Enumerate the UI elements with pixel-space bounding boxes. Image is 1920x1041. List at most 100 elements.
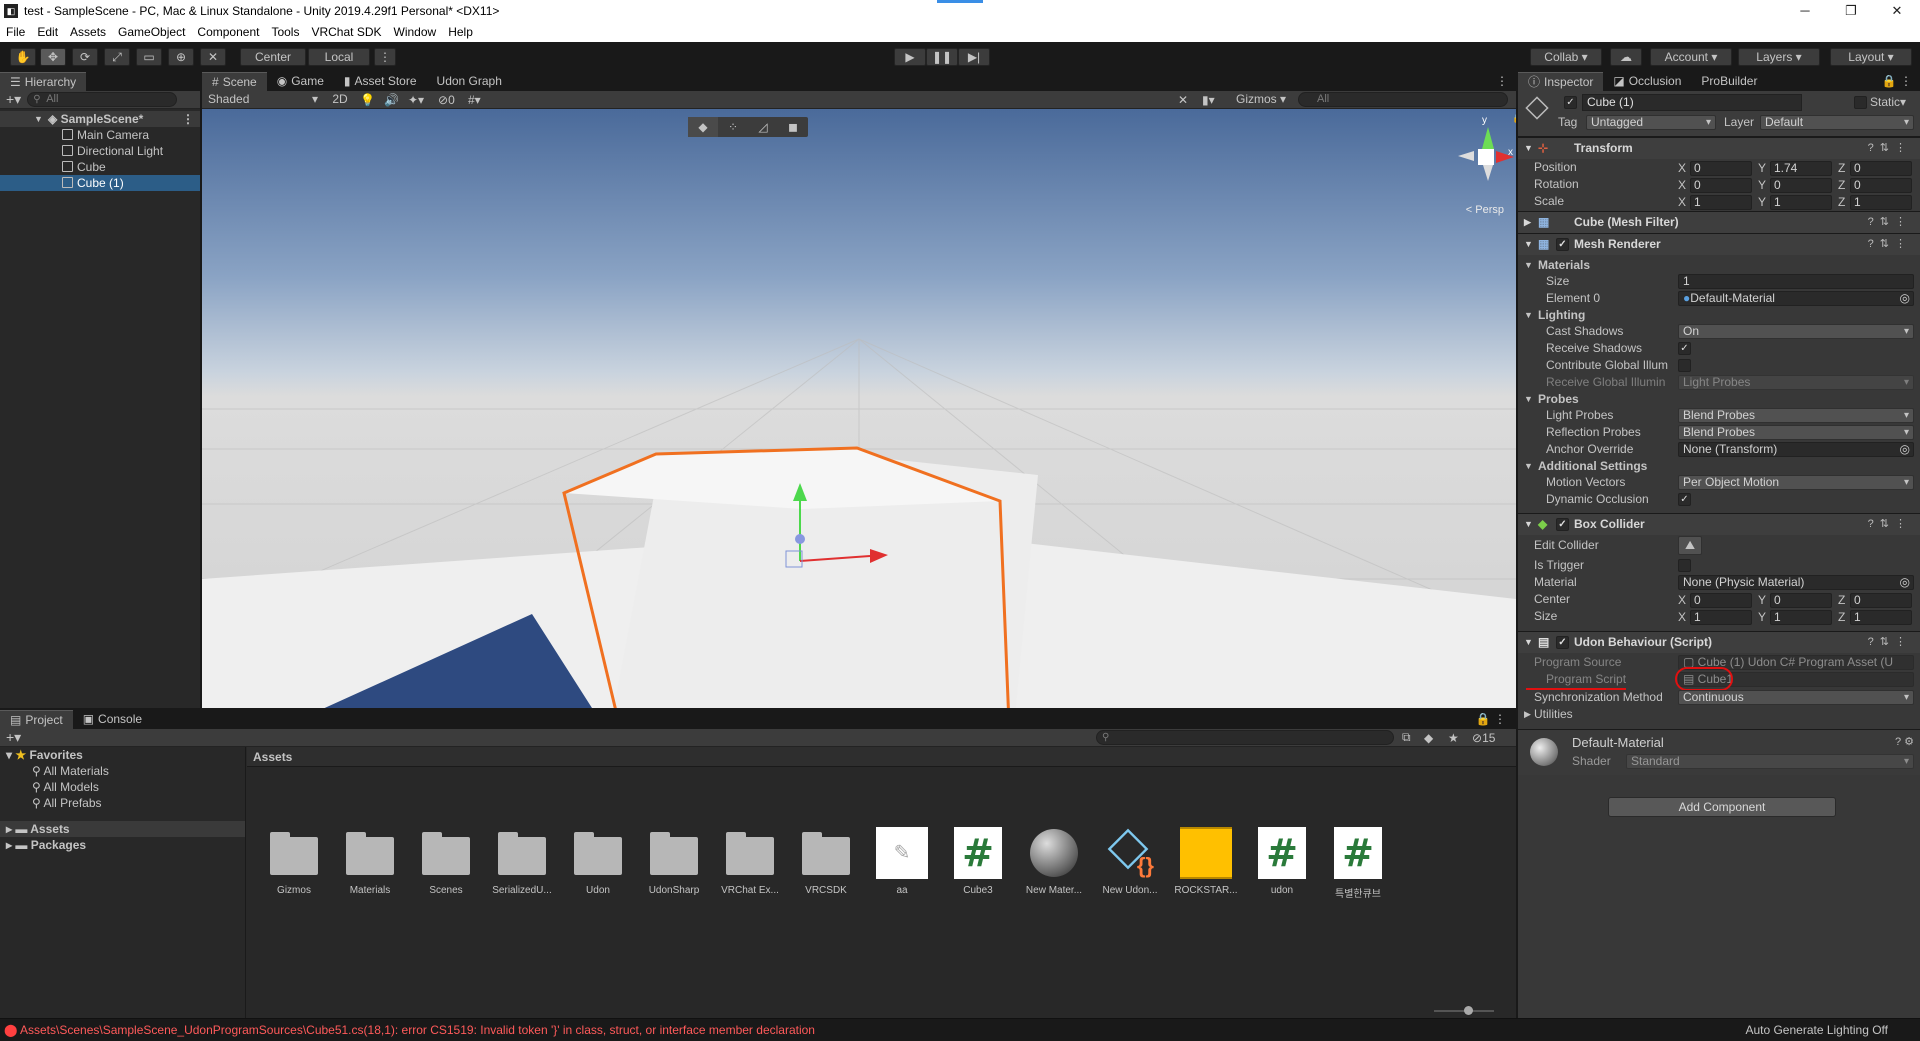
tab-probuilder[interactable]: ProBuilder (1691, 72, 1767, 91)
z-field[interactable]: Z0 (1838, 160, 1912, 176)
packages-root-row[interactable]: ▸ ▬ Packages (0, 837, 245, 853)
element0-field[interactable]: ●Default-Material ◎ (1678, 291, 1914, 306)
project-search-input[interactable]: ⚲ (1096, 730, 1394, 745)
box-collider-enabled-checkbox[interactable]: ✓ (1556, 518, 1569, 531)
tab-udon-graph[interactable]: Udon Graph (427, 72, 512, 91)
asset-item[interactable]: Scenes (411, 827, 481, 896)
scene-viewport[interactable]: ◆ ⁘ ◿ ◼ y x 🔒 < Persp (202, 109, 1516, 708)
layer-dropdown[interactable]: Default (1760, 115, 1914, 130)
filter-type-icon[interactable]: ⧉ (1402, 730, 1411, 745)
maximize-button[interactable]: ❐ (1828, 0, 1874, 22)
favorites-row[interactable]: ▾ ★ Favorites (0, 747, 245, 763)
probes-section[interactable]: ▼ Probes (1518, 391, 1920, 408)
minimize-button[interactable]: ─ (1782, 0, 1828, 22)
tab-console[interactable]: ▣ Console (73, 710, 152, 729)
scene-search-input[interactable]: All (1298, 92, 1508, 107)
pivot-local-button[interactable]: Local (308, 48, 370, 66)
size-x-field[interactable]: X1 (1678, 609, 1752, 625)
icon-size-slider[interactable] (1434, 1006, 1494, 1015)
x-field[interactable]: X1 (1678, 194, 1752, 210)
anchor-override-field[interactable]: None (Transform) ◎ (1678, 442, 1914, 457)
gizmo-z-handle-icon[interactable] (795, 534, 805, 544)
add-component-button[interactable]: Add Component (1608, 797, 1836, 817)
menu-component[interactable]: Component (191, 25, 265, 39)
favorite-item[interactable]: ⚲ All Materials (0, 763, 245, 779)
menu-window[interactable]: Window (388, 25, 443, 39)
close-button[interactable]: ✕ (1874, 0, 1920, 22)
center-z-field[interactable]: Z0 (1838, 592, 1912, 608)
menu-vrchat-sdk[interactable]: VRChat SDK (305, 25, 387, 39)
y-field[interactable]: Y0 (1758, 177, 1832, 193)
sync-method-dropdown[interactable]: Continuous (1678, 690, 1914, 705)
component-menu-icon[interactable]: ?⇅⋮ (1868, 514, 1912, 535)
move-tool-icon[interactable]: ✥ (40, 48, 66, 66)
pause-button[interactable]: ❚❚ (926, 48, 958, 66)
contribute-gi-checkbox[interactable] (1678, 359, 1691, 372)
object-picker-icon[interactable]: ◎ (1900, 443, 1910, 456)
additional-settings-section[interactable]: ▼ Additional Settings (1518, 458, 1920, 475)
audio-toggle-icon[interactable]: 🔊 (384, 93, 399, 107)
materials-section[interactable]: ▼ Materials (1518, 257, 1920, 274)
utilities-section[interactable]: ▶ Utilities (1518, 706, 1920, 723)
object-picker-icon[interactable]: ◎ (1900, 292, 1910, 305)
component-menu-icon[interactable]: ?⇅⋮ (1868, 138, 1912, 159)
tab-occlusion[interactable]: ◪ Occlusion (1603, 72, 1691, 91)
menu-gameobject[interactable]: GameObject (112, 25, 191, 39)
asset-item[interactable]: SerializedU... (487, 827, 557, 896)
asset-item[interactable]: Materials (335, 827, 405, 896)
mesh-filter-header[interactable]: ▶ ▦ Cube (Mesh Filter) ?⇅⋮ (1518, 211, 1920, 233)
hierarchy-search-input[interactable]: ⚲ All (27, 92, 178, 107)
hierarchy-item[interactable]: Directional Light (0, 143, 200, 159)
scene-menu-icon[interactable]: ⋮ (182, 111, 194, 127)
camera-icon[interactable]: ▮▾ (1202, 93, 1215, 107)
mesh-renderer-enabled-checkbox[interactable]: ✓ (1556, 238, 1569, 251)
grid-toggle-icon[interactable]: #▾ (468, 93, 481, 107)
asset-item[interactable]: VRChat Ex... (715, 827, 785, 896)
collider-material-field[interactable]: None (Physic Material) ◎ (1678, 575, 1914, 590)
z-field[interactable]: Z0 (1838, 177, 1912, 193)
menu-help[interactable]: Help (442, 25, 479, 39)
menu-tools[interactable]: Tools (265, 25, 305, 39)
layout-dropdown[interactable]: Layout ▾ (1830, 48, 1912, 66)
material-menu-icon[interactable]: ? ⚙ (1895, 735, 1914, 748)
filter-label-icon[interactable]: ◆ (1424, 731, 1433, 745)
inspector-lock-icon[interactable]: 🔒 ⋮ (1882, 72, 1920, 91)
motion-vectors-dropdown[interactable]: Per Object Motion (1678, 475, 1914, 490)
tag-dropdown[interactable]: Untagged (1586, 115, 1716, 130)
size-z-field[interactable]: Z1 (1838, 609, 1912, 625)
active-checkbox[interactable]: ✓ (1564, 96, 1577, 109)
favorite-item[interactable]: ⚲ All Models (0, 779, 245, 795)
custom-tool-icon[interactable]: ✕ (200, 48, 226, 66)
favorite-star-icon[interactable]: ★ (1448, 731, 1459, 745)
project-create-icon[interactable]: +▾ (0, 729, 27, 746)
receive-shadows-checkbox[interactable]: ✓ (1678, 342, 1691, 355)
dynamic-occlusion-checkbox[interactable]: ✓ (1678, 493, 1691, 506)
light-probes-dropdown[interactable]: Blend Probes (1678, 408, 1914, 423)
asset-item[interactable]: {} New Udon... (1095, 827, 1165, 896)
component-menu-icon[interactable]: ?⇅⋮ (1868, 212, 1912, 233)
object-name-field[interactable]: Cube (1) (1582, 94, 1802, 111)
rotate-tool-icon[interactable]: ⟳ (72, 48, 98, 66)
hand-tool-icon[interactable]: ✋ (10, 48, 36, 66)
hidden-packages-icon[interactable]: ⊘15 (1472, 731, 1495, 745)
edit-collider-button[interactable]: ⛰ (1678, 536, 1702, 555)
view-gizmo[interactable]: y x 🔒 (1454, 113, 1516, 195)
effects-toggle-icon[interactable]: ✦▾ (408, 93, 424, 107)
pivot-center-button[interactable]: Center (240, 48, 306, 66)
scale-tool-icon[interactable]: ⤢ (104, 48, 130, 66)
probuilder-edge-icon[interactable]: ◿ (748, 117, 778, 137)
projection-toggle[interactable]: < Persp (1466, 204, 1504, 216)
assets-root-row[interactable]: ▸ ▬ Assets (0, 821, 245, 837)
create-plus-icon[interactable]: +▾ (0, 91, 27, 108)
favorite-item[interactable]: ⚲ All Prefabs (0, 795, 245, 811)
asset-item[interactable]: Udon (563, 827, 633, 896)
transform-tool-icon[interactable]: ⊕ (168, 48, 194, 66)
hierarchy-item[interactable]: Cube (0, 159, 200, 175)
asset-item[interactable]: ✎ aa (867, 827, 937, 896)
asset-item[interactable]: # udon (1247, 827, 1317, 896)
lighting-section[interactable]: ▼ Lighting (1518, 307, 1920, 324)
play-button[interactable]: ▶ (894, 48, 926, 66)
cloud-icon[interactable]: ☁ (1610, 48, 1642, 66)
center-x-field[interactable]: X0 (1678, 592, 1752, 608)
menu-assets[interactable]: Assets (64, 25, 112, 39)
